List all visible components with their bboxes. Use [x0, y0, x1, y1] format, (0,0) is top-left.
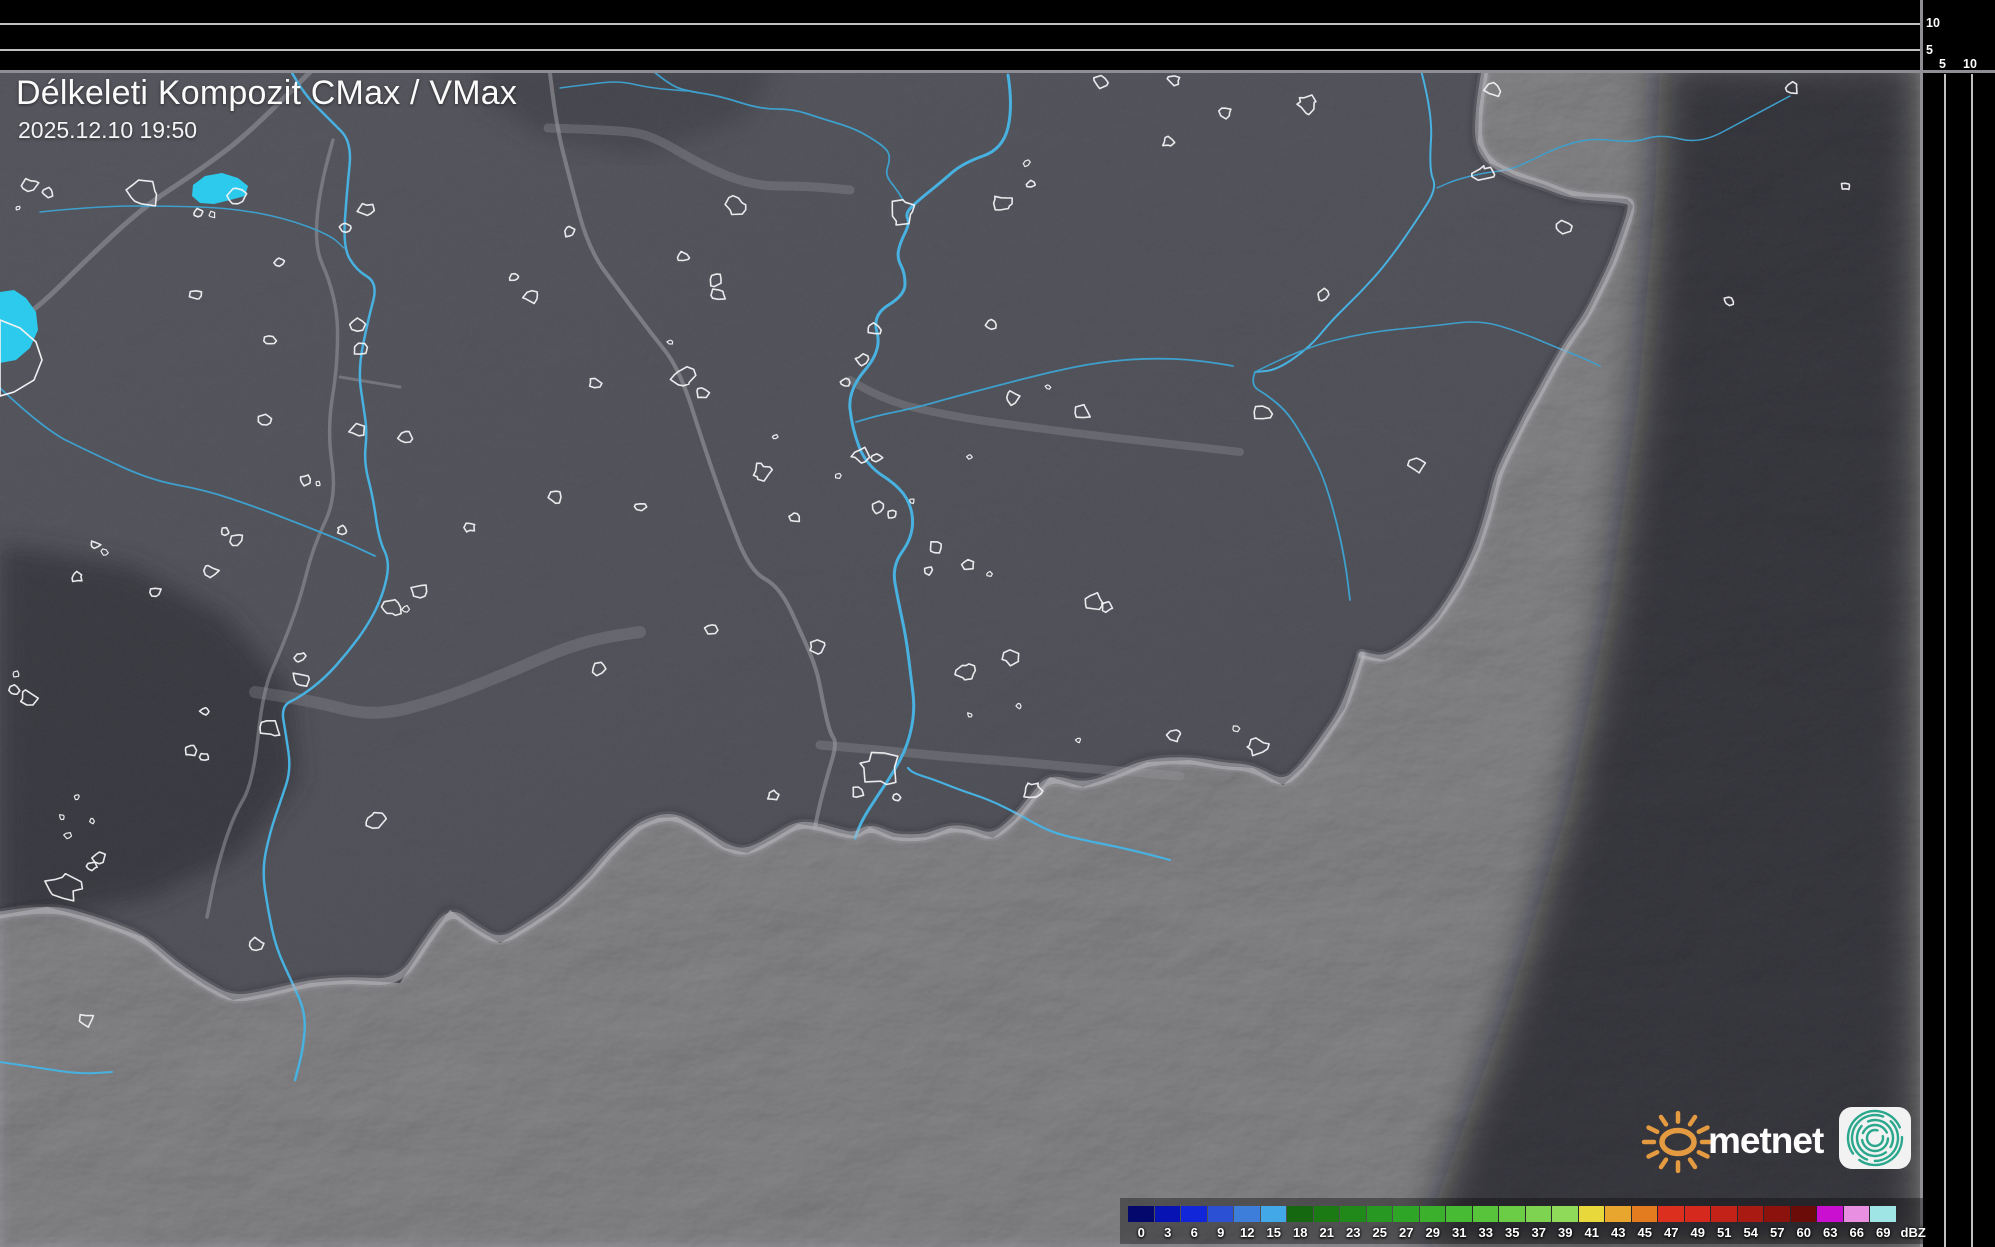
dbz-cell-43 — [1605, 1206, 1631, 1222]
dbz-cell-35 — [1499, 1206, 1525, 1222]
dbz-tick-label: 54 — [1744, 1225, 1758, 1240]
dbz-tick-label: 35 — [1505, 1225, 1519, 1240]
dbz-cell-23 — [1340, 1206, 1366, 1222]
dbz-tick-label: 41 — [1585, 1225, 1599, 1240]
dbz-tick-label: 12 — [1240, 1225, 1254, 1240]
dbz-cell-3 — [1155, 1206, 1181, 1222]
dbz-tick-label: 63 — [1823, 1225, 1837, 1240]
dbz-tick-label: 3 — [1164, 1225, 1171, 1240]
dbz-cell-39 — [1552, 1206, 1578, 1222]
dbz-cell-60 — [1791, 1206, 1817, 1222]
dbz-cell-27 — [1393, 1206, 1419, 1222]
timestamp: 2025.12.10 19:50 — [18, 117, 197, 144]
dbz-tick-label: 15 — [1267, 1225, 1281, 1240]
dbz-tick-label: 37 — [1532, 1225, 1546, 1240]
dbz-cell-51 — [1711, 1206, 1737, 1222]
metnet-app-icon[interactable] — [1837, 1106, 1915, 1172]
dbz-tick-label: 27 — [1399, 1225, 1413, 1240]
dbz-tick-label: 9 — [1217, 1225, 1224, 1240]
dbz-tick-label: 6 — [1191, 1225, 1198, 1240]
dbz-tick-label: 43 — [1611, 1225, 1625, 1240]
dbz-colorbar — [1128, 1206, 1897, 1222]
dbz-tick-label: 25 — [1373, 1225, 1387, 1240]
dbz-tick-label: 31 — [1452, 1225, 1466, 1240]
top-strip — [0, 0, 1995, 70]
dbz-cell-45 — [1632, 1206, 1658, 1222]
metnet-logo-text[interactable]: metnet — [1708, 1120, 1823, 1162]
dbz-tick-label: 66 — [1850, 1225, 1864, 1240]
dbz-tick-label: 39 — [1558, 1225, 1572, 1240]
dbz-tick-label: 45 — [1638, 1225, 1652, 1240]
dbz-tick-label: 57 — [1770, 1225, 1784, 1240]
dbz-cell-12 — [1234, 1206, 1260, 1222]
dbz-cell-15 — [1261, 1206, 1287, 1222]
radar-viewer: Délkeleti Kompozit CMax / VMax 2025.12.1… — [0, 0, 1995, 1247]
dbz-cell-63 — [1817, 1206, 1843, 1222]
dbz-tick-label: 69 — [1876, 1225, 1890, 1240]
dbz-cell-29 — [1420, 1206, 1446, 1222]
dbz-tick-label: 29 — [1426, 1225, 1440, 1240]
dbz-cell-9 — [1208, 1206, 1234, 1222]
dbz-cell-49 — [1685, 1206, 1711, 1222]
right-strip — [1923, 0, 1995, 1247]
dbz-cell-25 — [1367, 1206, 1393, 1222]
dbz-tick-label: 0 — [1138, 1225, 1145, 1240]
ruler-top-label-5: 5 — [1939, 57, 1946, 71]
dbz-cell-18 — [1287, 1206, 1313, 1222]
dbz-tick-label: 33 — [1479, 1225, 1493, 1240]
dbz-cell-0 — [1128, 1206, 1154, 1222]
dbz-tick-label: 21 — [1320, 1225, 1334, 1240]
dbz-tick-label: 51 — [1717, 1225, 1731, 1240]
dbz-cell-31 — [1446, 1206, 1472, 1222]
dbz-tick-label: 49 — [1691, 1225, 1705, 1240]
dbz-cell-21 — [1314, 1206, 1340, 1222]
dbz-cell-66 — [1844, 1206, 1870, 1222]
dbz-cell-69 — [1870, 1206, 1896, 1222]
dbz-cell-54 — [1738, 1206, 1764, 1222]
radar-map — [0, 0, 1995, 1247]
dbz-tick-label: 60 — [1797, 1225, 1811, 1240]
page-title: Délkeleti Kompozit CMax / VMax — [16, 74, 517, 113]
dbz-tick-label: 47 — [1664, 1225, 1678, 1240]
dbz-tick-label: 18 — [1293, 1225, 1307, 1240]
dbz-cell-6 — [1181, 1206, 1207, 1222]
dbz-cell-37 — [1526, 1206, 1552, 1222]
dbz-cell-33 — [1473, 1206, 1499, 1222]
ruler-right-label-10: 10 — [1926, 16, 1940, 30]
dbz-unit-label: dBZ — [1901, 1225, 1926, 1240]
ruler-top-label-10: 10 — [1963, 57, 1977, 71]
dbz-cell-57 — [1764, 1206, 1790, 1222]
dbz-cell-47 — [1658, 1206, 1684, 1222]
ruler-right-label-5: 5 — [1926, 43, 1933, 57]
dbz-cell-41 — [1579, 1206, 1605, 1222]
dbz-tick-label: 23 — [1346, 1225, 1360, 1240]
